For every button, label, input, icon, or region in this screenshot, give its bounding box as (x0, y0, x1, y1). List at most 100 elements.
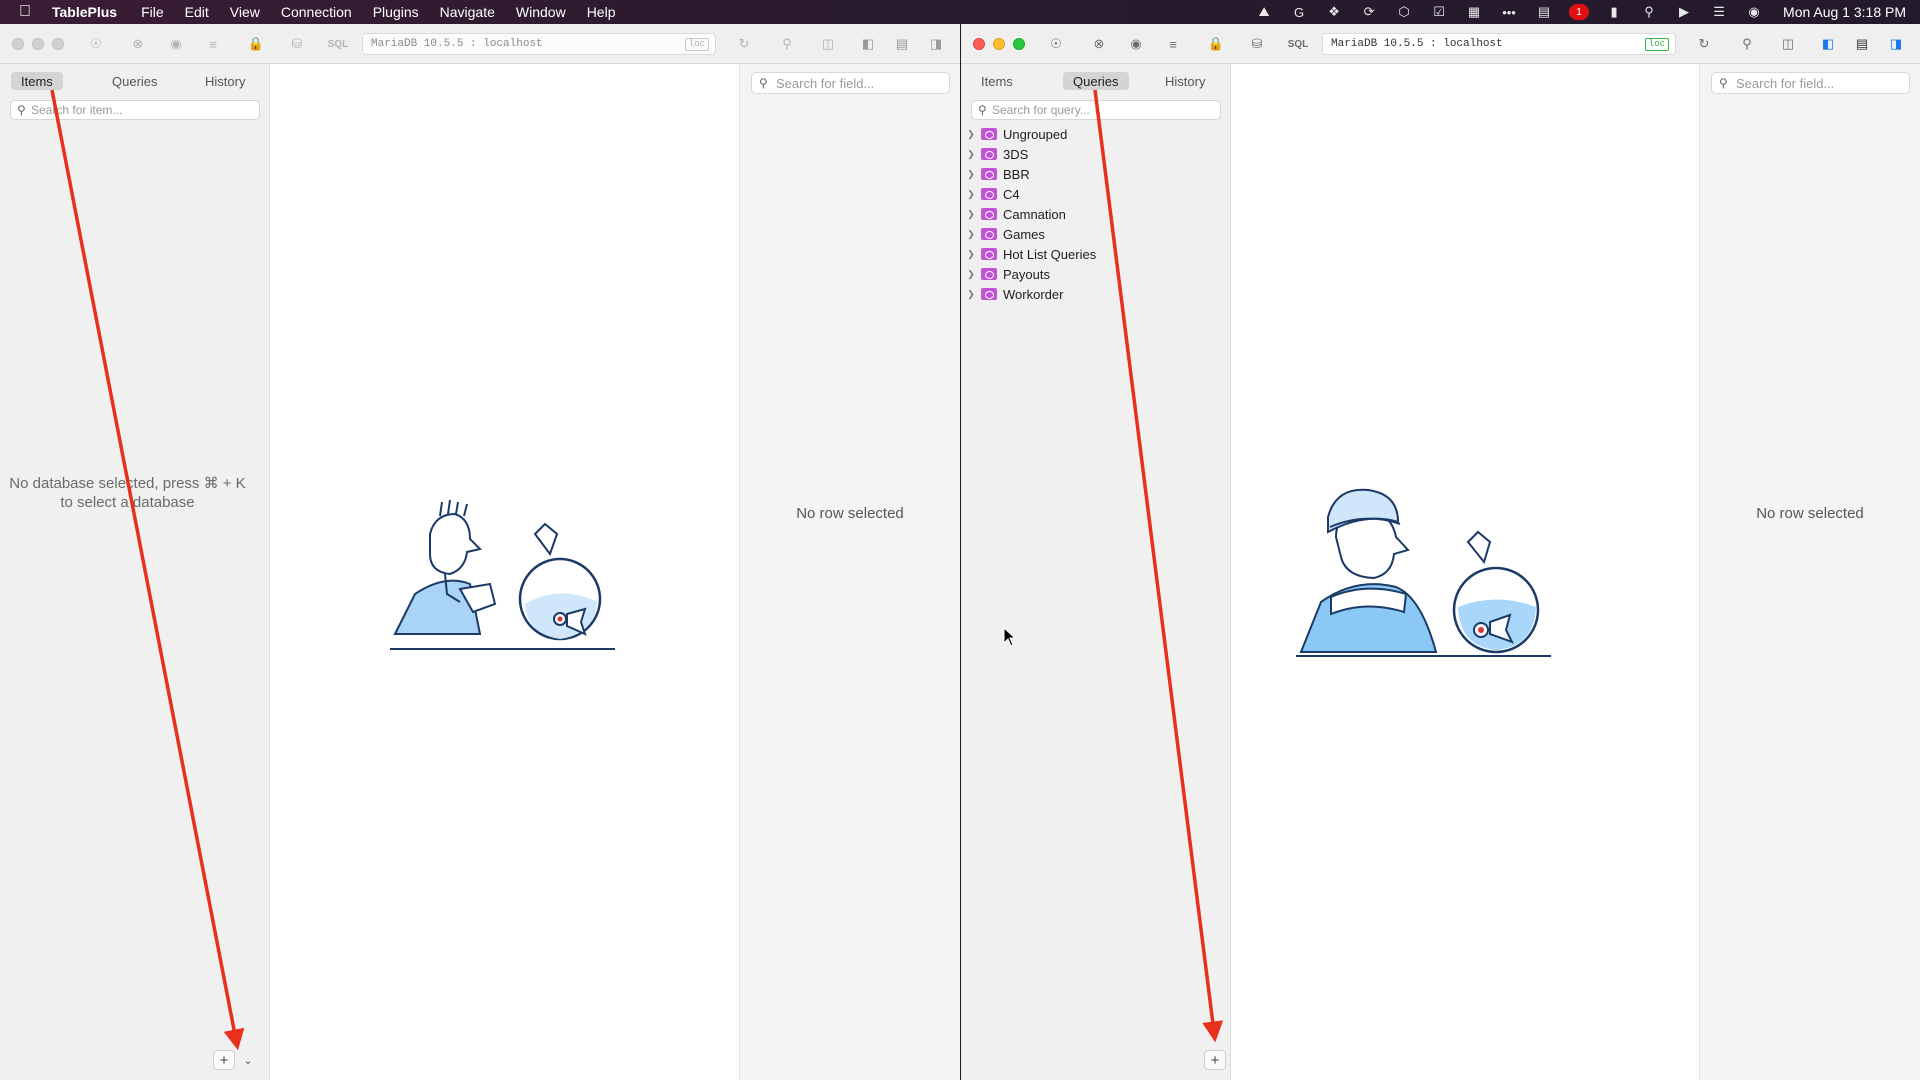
add-query-button[interactable]: + (1204, 1050, 1226, 1070)
apple-menu-icon[interactable]:  (14, 3, 36, 21)
control-center-icon[interactable]: ☰ (1709, 4, 1729, 20)
chevron-right-icon[interactable]: ❯ (963, 249, 979, 260)
folder-label: Hot List Queries (1003, 246, 1097, 262)
toggle-left-sidebar-icon[interactable]: ◧ (858, 34, 878, 54)
lock-icon[interactable]: 🔒 (246, 34, 266, 54)
dropbox-icon[interactable]: ❖ (1324, 4, 1344, 20)
query-search-input[interactable]: ⚲ Search for query... (971, 100, 1221, 120)
list-item[interactable]: ❯ Payouts (961, 264, 1231, 284)
toggle-bottom-panel-icon[interactable]: ▤ (1852, 34, 1872, 54)
refresh-icon[interactable]: ↻ (1694, 34, 1714, 54)
window-controls[interactable] (12, 38, 64, 50)
columns-icon[interactable]: ◫ (818, 34, 838, 54)
database-icon[interactable]: ⛁ (287, 34, 307, 54)
menu-window[interactable]: Window (516, 4, 566, 20)
connection-status-bar[interactable]: MariaDB 10.5.5 : localhost loc (1322, 33, 1676, 55)
query-search-placeholder: Search for query... (992, 103, 1090, 117)
check-icon[interactable]: ☑ (1429, 4, 1449, 20)
zoom-window-icon[interactable] (1013, 38, 1025, 50)
list-item[interactable]: ❯ Workorder (961, 284, 1231, 304)
table-rows-icon[interactable]: ≡ (1163, 34, 1183, 54)
right-sidebar: Items Queries History ⚲ Search for query… (961, 64, 1231, 1080)
field-search-input[interactable]: ⚲ Search for field... (1711, 72, 1910, 94)
siri-icon[interactable]: ◉ (1744, 4, 1764, 20)
database-icon[interactable]: ⛁ (1247, 34, 1267, 54)
connection-icon[interactable]: ☉ (1046, 34, 1066, 54)
table-rows-icon[interactable]: ≡ (203, 34, 223, 54)
refresh-icon[interactable]: ↻ (734, 34, 754, 54)
menu-clock[interactable]: Mon Aug 1 3:18 PM (1783, 4, 1906, 20)
toggle-right-sidebar-icon[interactable]: ◨ (1886, 34, 1906, 54)
toggle-left-sidebar-icon[interactable]: ◧ (1818, 34, 1838, 54)
minimize-window-icon[interactable] (32, 38, 44, 50)
stop-icon[interactable]: ⊗ (128, 34, 148, 54)
minimize-window-icon[interactable] (993, 38, 1005, 50)
activity-icon[interactable]: ▤ (1534, 4, 1554, 20)
close-window-icon[interactable] (973, 38, 985, 50)
chevron-right-icon[interactable]: ❯ (963, 229, 979, 240)
tab-history[interactable]: History (1155, 72, 1215, 90)
add-item-button[interactable]: + (213, 1050, 235, 1070)
connection-icon[interactable]: ☉ (86, 34, 106, 54)
left-window: ☉ ⊗ ◉ ≡ 🔒 ⛁ SQL MariaDB 10.5.5 : localho… (0, 24, 960, 1080)
search-icon[interactable]: ⚲ (1737, 34, 1757, 54)
toggle-right-sidebar-icon[interactable]: ◨ (926, 34, 946, 54)
tab-items[interactable]: Items (971, 72, 1023, 90)
menu-connection[interactable]: Connection (281, 4, 352, 20)
menu-app-name[interactable]: TablePlus (52, 4, 117, 20)
tab-queries[interactable]: Queries (1063, 72, 1129, 90)
chevron-right-icon[interactable]: ❯ (963, 289, 979, 300)
list-item[interactable]: ❯ Camnation (961, 204, 1231, 224)
mouse-cursor-icon (1003, 627, 1017, 647)
more-icon[interactable]: ••• (1499, 4, 1519, 20)
list-item[interactable]: ❯ 3DS (961, 144, 1231, 164)
preview-eye-icon[interactable]: ◉ (1126, 34, 1146, 54)
folder-icon (981, 128, 997, 140)
loc-badge: loc (684, 38, 709, 51)
chevron-right-icon[interactable]: ❯ (963, 129, 979, 140)
layout-icon[interactable]: ▦ (1464, 4, 1484, 20)
list-item[interactable]: ❯ C4 (961, 184, 1231, 204)
list-item[interactable]: ❯ Hot List Queries (961, 244, 1231, 264)
connection-status-bar[interactable]: MariaDB 10.5.5 : localhost loc (362, 33, 716, 55)
menu-plugins[interactable]: Plugins (373, 4, 419, 20)
toggle-bottom-panel-icon[interactable]: ▤ (892, 34, 912, 54)
list-item[interactable]: ❯ Games (961, 224, 1231, 244)
chevron-right-icon[interactable]: ❯ (963, 269, 979, 280)
stop-icon[interactable]: ⊗ (1089, 34, 1109, 54)
item-search-input[interactable]: ⚲ Search for item... (10, 100, 260, 120)
menu-help[interactable]: Help (587, 4, 616, 20)
tab-queries[interactable]: Queries (102, 72, 168, 90)
play-icon[interactable]: ▶ (1674, 4, 1694, 20)
chevron-down-icon[interactable]: ⌄ (239, 1050, 257, 1070)
sql-editor-button[interactable]: SQL (1285, 34, 1311, 54)
columns-icon[interactable]: ◫ (1778, 34, 1798, 54)
zoom-window-icon[interactable] (52, 38, 64, 50)
menu-file[interactable]: File (141, 4, 164, 20)
menu-navigate[interactable]: Navigate (440, 4, 495, 20)
lock-icon[interactable]: 🔒 (1206, 34, 1226, 54)
field-search-input[interactable]: ⚲ Search for field... (751, 72, 950, 94)
menu-edit[interactable]: Edit (185, 4, 209, 20)
notification-badge-icon[interactable]: 1 (1569, 4, 1590, 20)
cube-icon[interactable]: ⬡ (1394, 4, 1414, 20)
sql-editor-button[interactable]: SQL (325, 34, 351, 54)
docker-icon[interactable]: ⛰ (1254, 4, 1274, 20)
list-item[interactable]: ❯ BBR (961, 164, 1231, 184)
tab-history[interactable]: History (195, 72, 255, 90)
menu-view[interactable]: View (230, 4, 260, 20)
list-item[interactable]: ❯ Ungrouped (961, 124, 1231, 144)
chevron-right-icon[interactable]: ❯ (963, 209, 979, 220)
grammarly-icon[interactable]: G (1289, 4, 1309, 20)
search-icon[interactable]: ⚲ (777, 34, 797, 54)
close-window-icon[interactable] (12, 38, 24, 50)
tab-items[interactable]: Items (11, 72, 63, 90)
chevron-right-icon[interactable]: ❯ (963, 189, 979, 200)
preview-eye-icon[interactable]: ◉ (166, 34, 186, 54)
chevron-right-icon[interactable]: ❯ (963, 149, 979, 160)
chevron-right-icon[interactable]: ❯ (963, 169, 979, 180)
spotlight-search-icon[interactable]: ⚲ (1639, 4, 1659, 20)
battery-icon[interactable]: ▮ (1604, 4, 1624, 20)
window-controls[interactable] (973, 38, 1025, 50)
sync-icon[interactable]: ⟳ (1359, 4, 1379, 20)
